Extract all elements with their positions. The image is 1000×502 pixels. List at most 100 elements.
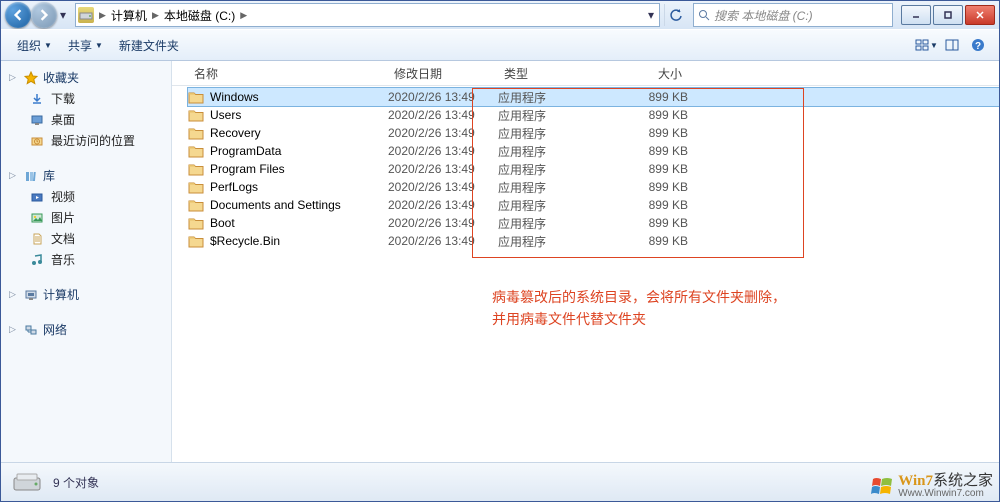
search-placeholder: 搜索 本地磁盘 (C:) xyxy=(714,7,813,24)
sidebar-libraries-group: ▷ 库 视频 图片 文档 音乐 xyxy=(1,165,171,270)
file-size: 899 KB xyxy=(598,144,708,158)
svg-text:?: ? xyxy=(975,41,981,52)
file-date: 2020/2/26 13:49 xyxy=(388,108,498,122)
address-bar[interactable]: ▶ 计算机 ▶ 本地磁盘 (C:) ▶ ▾ xyxy=(75,3,660,27)
sidebar-item-documents[interactable]: 文档 xyxy=(1,228,171,249)
table-row[interactable]: Program Files2020/2/26 13:49应用程序899 KB xyxy=(188,160,999,178)
watermark-url: Www.Winwin7.com xyxy=(898,489,993,499)
sidebar-favorites-header[interactable]: ▷ 收藏夹 xyxy=(1,67,171,88)
breadcrumb-computer[interactable]: 计算机 xyxy=(107,4,151,26)
folder-icon xyxy=(188,144,204,158)
folder-icon xyxy=(188,216,204,230)
sidebar-item-desktop[interactable]: 桌面 xyxy=(1,109,171,130)
file-date: 2020/2/26 13:49 xyxy=(388,126,498,140)
file-size: 899 KB xyxy=(598,234,708,248)
annotation-line-1: 病毒篡改后的系统目录，会将所有文件夹删除， xyxy=(492,286,786,308)
toolbar: 组织 ▼ 共享 ▼ 新建文件夹 ▼ ? xyxy=(1,29,999,61)
close-button[interactable] xyxy=(965,5,995,25)
file-date: 2020/2/26 13:49 xyxy=(388,198,498,212)
table-row[interactable]: Users2020/2/26 13:49应用程序899 KB xyxy=(188,106,999,124)
sidebar-item-label: 视频 xyxy=(51,188,75,205)
minimize-button[interactable] xyxy=(901,5,931,25)
music-icon xyxy=(29,252,45,268)
view-options-button[interactable]: ▼ xyxy=(913,34,939,56)
expand-icon: ▷ xyxy=(9,289,19,300)
file-size: 899 KB xyxy=(598,216,708,230)
column-size[interactable]: 大小 xyxy=(598,65,688,82)
file-date: 2020/2/26 13:49 xyxy=(388,180,498,194)
table-row[interactable]: Documents and Settings2020/2/26 13:49应用程… xyxy=(188,196,999,214)
status-count: 9 个对象 xyxy=(53,474,99,491)
sidebar-item-pictures[interactable]: 图片 xyxy=(1,207,171,228)
sidebar-item-videos[interactable]: 视频 xyxy=(1,186,171,207)
sidebar-libraries-header[interactable]: ▷ 库 xyxy=(1,165,171,186)
expand-icon: ▷ xyxy=(9,324,19,335)
sidebar-item-music[interactable]: 音乐 xyxy=(1,249,171,270)
file-type: 应用程序 xyxy=(498,197,598,214)
nav-buttons: ▾ xyxy=(5,2,69,28)
folder-icon xyxy=(188,162,204,176)
sidebar-computer-group: ▷ 计算机 xyxy=(1,284,171,305)
sidebar-favorites-group: ▷ 收藏夹 下载 桌面 最近访问的位置 xyxy=(1,67,171,151)
folder-icon xyxy=(188,108,204,122)
folder-icon xyxy=(188,198,204,212)
back-button[interactable] xyxy=(5,2,31,28)
share-label: 共享 xyxy=(68,37,92,54)
file-date: 2020/2/26 13:49 xyxy=(388,90,498,104)
file-name: Windows xyxy=(210,90,259,104)
table-row[interactable]: ProgramData2020/2/26 13:49应用程序899 KB xyxy=(188,142,999,160)
file-type: 应用程序 xyxy=(498,125,598,142)
file-name: ProgramData xyxy=(210,144,281,158)
address-dropdown[interactable]: ▾ xyxy=(645,8,657,22)
table-row[interactable]: PerfLogs2020/2/26 13:49应用程序899 KB xyxy=(188,178,999,196)
file-date: 2020/2/26 13:49 xyxy=(388,234,498,248)
organize-label: 组织 xyxy=(17,37,41,54)
file-list: Windows2020/2/26 13:49应用程序899 KBUsers202… xyxy=(172,86,999,462)
table-row[interactable]: Boot2020/2/26 13:49应用程序899 KB xyxy=(188,214,999,232)
file-type: 应用程序 xyxy=(498,233,598,250)
search-input[interactable]: 搜索 本地磁盘 (C:) xyxy=(693,3,893,27)
file-size: 899 KB xyxy=(598,162,708,176)
watermark-title: Win7系统之家 xyxy=(898,474,993,489)
column-date[interactable]: 修改日期 xyxy=(388,65,498,82)
explorer-window: ▾ ▶ 计算机 ▶ 本地磁盘 (C:) ▶ ▾ 搜索 本地磁盘 (C:) xyxy=(0,0,1000,502)
file-name: Program Files xyxy=(210,162,285,176)
file-size: 899 KB xyxy=(598,126,708,140)
file-size: 899 KB xyxy=(598,198,708,212)
file-name: $Recycle.Bin xyxy=(210,234,280,248)
maximize-button[interactable] xyxy=(933,5,963,25)
forward-button[interactable] xyxy=(31,2,57,28)
sidebar-item-label: 最近访问的位置 xyxy=(51,132,135,149)
sidebar-network-header[interactable]: ▷ 网络 xyxy=(1,319,171,340)
chevron-right-icon: ▶ xyxy=(239,10,248,21)
column-type[interactable]: 类型 xyxy=(498,65,598,82)
table-row[interactable]: Windows2020/2/26 13:49应用程序899 KB xyxy=(188,88,999,106)
preview-pane-button[interactable] xyxy=(939,34,965,56)
new-folder-label: 新建文件夹 xyxy=(119,37,179,54)
organize-menu[interactable]: 组织 ▼ xyxy=(9,33,60,58)
chevron-down-icon: ▼ xyxy=(930,41,938,50)
file-date: 2020/2/26 13:49 xyxy=(388,162,498,176)
breadcrumb-drive-c[interactable]: 本地磁盘 (C:) xyxy=(160,4,239,26)
table-row[interactable]: Recovery2020/2/26 13:49应用程序899 KB xyxy=(188,124,999,142)
nav-history-dropdown[interactable]: ▾ xyxy=(57,8,69,22)
table-row[interactable]: $Recycle.Bin 2020/2/26 13:49应用程序899 KB xyxy=(188,232,999,250)
sidebar-item-downloads[interactable]: 下载 xyxy=(1,88,171,109)
column-name[interactable]: 名称 xyxy=(188,65,388,82)
sidebar-computer-header[interactable]: ▷ 计算机 xyxy=(1,284,171,305)
folder-icon xyxy=(188,126,204,140)
sidebar-item-recent[interactable]: 最近访问的位置 xyxy=(1,130,171,151)
desktop-icon xyxy=(29,112,45,128)
share-menu[interactable]: 共享 ▼ xyxy=(60,33,111,58)
new-folder-button[interactable]: 新建文件夹 xyxy=(111,33,187,58)
windows-logo-icon xyxy=(870,475,894,499)
refresh-button[interactable] xyxy=(664,4,687,26)
expand-icon: ▷ xyxy=(9,170,19,181)
sidebar-item-label: 图片 xyxy=(51,209,75,226)
help-button[interactable]: ? xyxy=(965,34,991,56)
file-date: 2020/2/26 13:49 xyxy=(388,216,498,230)
chevron-right-icon: ▶ xyxy=(151,10,160,21)
statusbar: 9 个对象 xyxy=(1,462,999,501)
star-icon xyxy=(23,70,39,86)
sidebar: ▷ 收藏夹 下载 桌面 最近访问的位置 xyxy=(1,61,172,462)
